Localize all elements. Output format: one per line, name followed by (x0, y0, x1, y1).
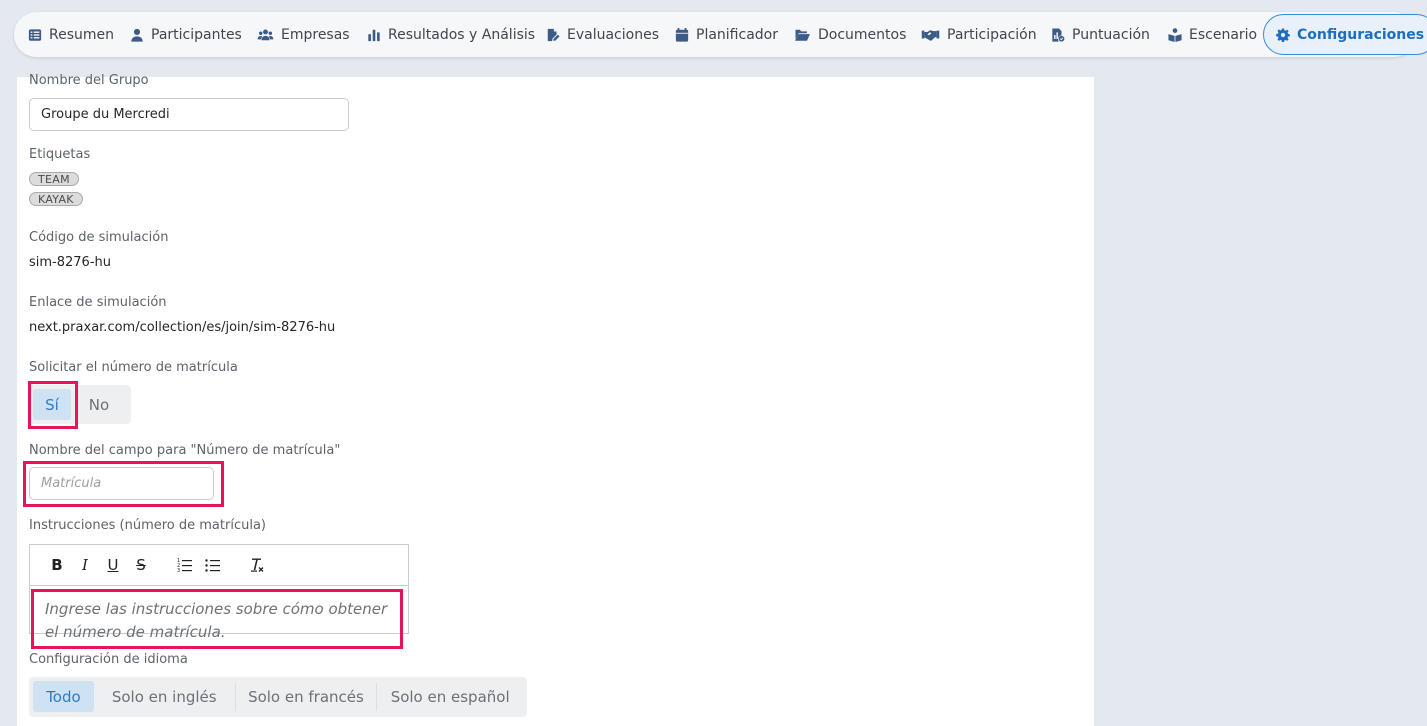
nav-item-escenario[interactable]: Escenario (1168, 12, 1257, 57)
tag-chip[interactable]: KAYAK (29, 192, 83, 206)
calendar-icon (675, 27, 689, 42)
nav-label: Planificador (696, 26, 778, 43)
request-id-label: Solicitar el número de matrícula (29, 360, 238, 375)
nav-label: Resumen (49, 26, 115, 43)
nav-item-participacion[interactable]: Participación (921, 12, 1037, 57)
clear-format-icon (251, 558, 264, 572)
request-id-no-option[interactable]: No (71, 389, 127, 420)
nav-label: Escenario (1189, 26, 1258, 43)
group-name-label: Nombre del Grupo (29, 73, 149, 88)
language-option-spanish[interactable]: Solo en español (377, 681, 523, 712)
list-icon (28, 28, 42, 41)
clear-format-button[interactable] (243, 553, 271, 577)
nav-label: Participantes (151, 26, 242, 43)
field-name-label: Nombre del campo para "Número de matrícu… (29, 443, 341, 458)
svg-text:3: 3 (177, 568, 180, 573)
language-option-french[interactable]: Solo en francés (236, 681, 377, 712)
language-option-all[interactable]: Todo (33, 681, 94, 712)
instructions-label: Instrucciones (número de matrícula) (29, 518, 266, 533)
top-navigation: Resumen Participantes Empresas Resultado… (14, 12, 1427, 57)
nav-label: Participación (947, 26, 1037, 43)
nav-label: Documentos (818, 26, 907, 43)
sim-code-value: sim-8276-hu (29, 255, 111, 270)
nav-item-planificador[interactable]: Planificador (675, 12, 778, 57)
nav-label: Evaluaciones (567, 26, 659, 43)
nav-label: Configuraciones (1297, 26, 1425, 43)
language-label: Configuración de idioma (29, 652, 188, 667)
nav-label: Resultados y Análisis (388, 26, 536, 43)
instructions-placeholder[interactable]: Ingrese las instrucciones sobre cómo obt… (45, 598, 400, 644)
sim-link-value: next.praxar.com/collection/es/join/sim-8… (29, 320, 336, 335)
instructions-editor: B I U S 123 Ingrese las instrucciones so… (29, 544, 409, 641)
nav-item-participantes[interactable]: Participantes (130, 12, 242, 57)
bullet-list-button[interactable] (199, 553, 227, 577)
italic-button[interactable]: I (71, 553, 99, 577)
user-icon (131, 28, 143, 42)
gear-icon (1276, 27, 1290, 42)
request-id-toggle: Sí No (29, 385, 131, 424)
nav-item-documentos[interactable]: Documentos (794, 12, 906, 57)
group-name-input[interactable]: Groupe du Mercredi (29, 98, 349, 131)
nav-item-resumen[interactable]: Resumen (28, 12, 114, 57)
tags-label: Etiquetas (29, 147, 91, 162)
sim-link-label: Enlace de simulación (29, 295, 167, 310)
nav-item-configuraciones[interactable]: Configuraciones (1263, 14, 1427, 55)
nav-item-evaluaciones[interactable]: Evaluaciones (546, 12, 659, 57)
tag-chip[interactable]: TEAM (29, 172, 79, 186)
nav-item-puntuacion[interactable]: Puntuación (1051, 12, 1150, 57)
request-id-yes-option[interactable]: Sí (33, 389, 71, 420)
nav-label: Puntuación (1072, 26, 1150, 43)
editor-toolbar: B I U S 123 (30, 545, 408, 586)
sim-code-label: Código de simulación (29, 230, 169, 245)
bar-chart-icon (368, 29, 380, 41)
nav-item-resultados[interactable]: Resultados y Análisis (367, 12, 535, 57)
users-icon (257, 28, 274, 40)
folder-open-icon (795, 29, 810, 41)
bold-button[interactable]: B (43, 553, 71, 577)
ordered-list-icon: 123 (177, 558, 192, 573)
nav-item-empresas[interactable]: Empresas (257, 12, 350, 57)
strikethrough-button[interactable]: S (127, 553, 155, 577)
bullet-list-icon (205, 559, 220, 572)
nav-label: Empresas (281, 26, 350, 43)
underline-button[interactable]: U (99, 553, 127, 577)
language-toggle: Todo Solo en inglés Solo en francés Solo… (29, 677, 527, 717)
ordered-list-button[interactable]: 123 (171, 553, 199, 577)
file-pen-icon (547, 28, 560, 41)
file-chart-icon (1052, 27, 1065, 42)
handshake-icon (921, 29, 940, 41)
language-option-english[interactable]: Solo en inglés (94, 681, 235, 712)
book-reader-icon (1168, 27, 1182, 42)
field-name-input[interactable] (29, 467, 214, 500)
